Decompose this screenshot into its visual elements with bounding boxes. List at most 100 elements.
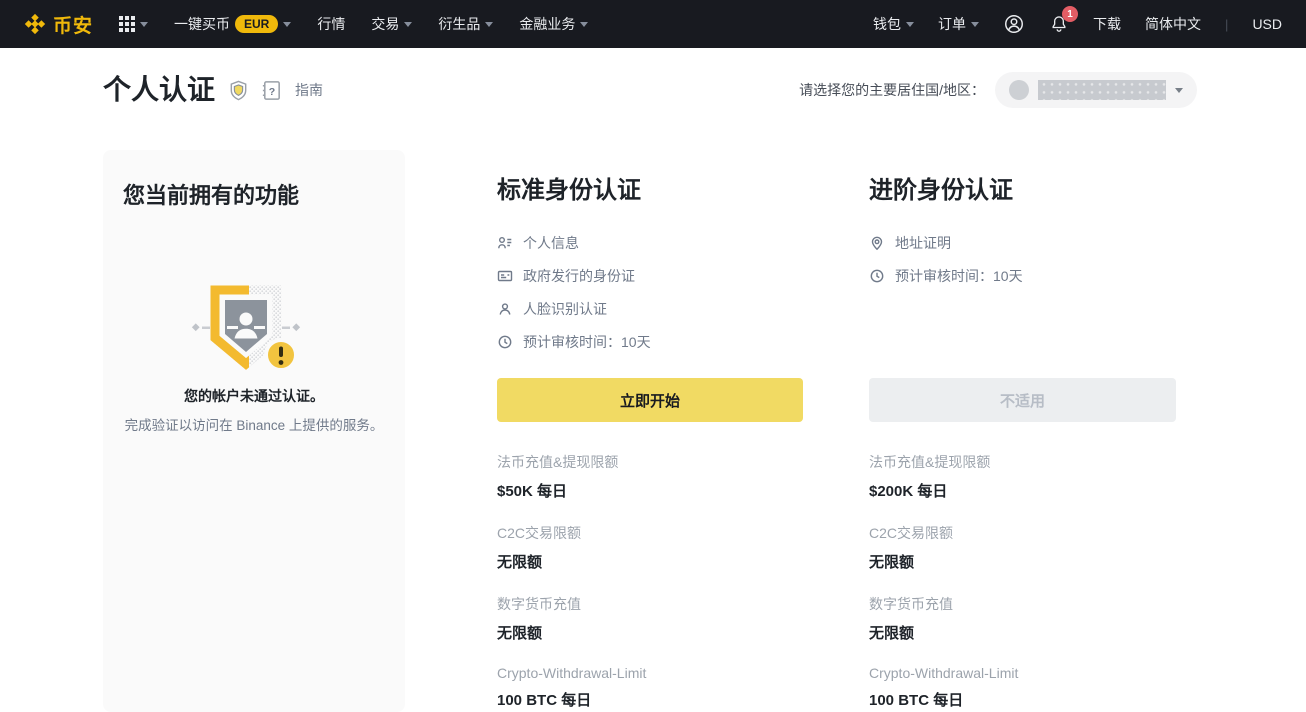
verification-shield-icon bbox=[227, 79, 250, 102]
nav-item-derivatives[interactable]: 衍生品 bbox=[438, 14, 493, 34]
limit-group: C2C交易限额 无限额 bbox=[869, 523, 1176, 572]
profile-button[interactable] bbox=[1003, 13, 1025, 35]
page-header: 个人认证 ? 指南 bbox=[103, 68, 323, 108]
standard-limits: 法币充值&提现限额 $50K 每日 C2C交易限额 无限额 数字货币充值 无限额… bbox=[497, 452, 803, 710]
limit-value: $200K 每日 bbox=[869, 480, 1176, 501]
nav-label: 交易 bbox=[371, 14, 399, 34]
limit-group: 数字货币充值 无限额 bbox=[869, 594, 1176, 643]
apps-grid-icon bbox=[119, 16, 135, 32]
limit-value: 无限额 bbox=[497, 551, 803, 572]
binance-diamond-icon bbox=[24, 13, 46, 35]
nav-label: 行情 bbox=[317, 14, 345, 34]
region-selector: 请选择您的主要居住国/地区： bbox=[799, 72, 1197, 108]
limit-label: 法币充值&提现限额 bbox=[869, 452, 1176, 472]
requirement-label: 人脸识别认证 bbox=[523, 299, 607, 319]
unverified-shield-illustration bbox=[103, 282, 405, 378]
requirement-item: 个人信息 bbox=[497, 233, 803, 252]
limit-value: 无限额 bbox=[869, 622, 1176, 643]
region-dropdown[interactable] bbox=[995, 72, 1197, 108]
limit-group: 数字货币充值 无限额 bbox=[497, 594, 803, 643]
chevron-down-icon bbox=[580, 22, 588, 27]
limit-group: 法币充值&提现限额 $50K 每日 bbox=[497, 452, 803, 501]
limit-label: Crypto-Withdrawal-Limit bbox=[497, 665, 803, 681]
page-title: 个人认证 bbox=[103, 68, 215, 108]
advanced-verification-title: 进阶身份认证 bbox=[869, 170, 1176, 205]
nav-label: 金融业务 bbox=[519, 14, 575, 34]
limit-label: Crypto-Withdrawal-Limit bbox=[869, 665, 1176, 681]
nav-label: 下载 bbox=[1093, 14, 1121, 34]
chevron-down-icon bbox=[971, 22, 979, 27]
nav-label: 简体中文 bbox=[1145, 14, 1201, 34]
nav-label: 衍生品 bbox=[438, 14, 480, 34]
requirement-item: 预计审核时间：10天 bbox=[869, 266, 1176, 285]
limit-label: 法币充值&提现限额 bbox=[497, 452, 803, 472]
advanced-limits: 法币充值&提现限额 $200K 每日 C2C交易限额 无限额 数字货币充值 无限… bbox=[869, 452, 1176, 710]
requirement-item: 人脸识别认证 bbox=[497, 299, 803, 318]
chevron-down-icon bbox=[1175, 88, 1183, 93]
chevron-down-icon bbox=[906, 22, 914, 27]
account-status-description: 完成验证以访问在 Binance 上提供的服务。 bbox=[103, 414, 405, 434]
flag-placeholder-icon bbox=[1009, 80, 1029, 100]
limit-value: 无限额 bbox=[869, 551, 1176, 572]
region-select-label: 请选择您的主要居住国/地区： bbox=[799, 80, 985, 100]
limit-value: 100 BTC 每日 bbox=[869, 689, 1176, 710]
nav-item-orders[interactable]: 订单 bbox=[938, 14, 979, 34]
chevron-down-icon bbox=[283, 22, 291, 27]
logo-text: 币安 bbox=[53, 11, 93, 38]
binance-logo[interactable]: 币安 bbox=[24, 11, 93, 38]
chevron-down-icon bbox=[404, 22, 412, 27]
limit-group: Crypto-Withdrawal-Limit 100 BTC 每日 bbox=[497, 665, 803, 710]
apps-menu-button[interactable] bbox=[119, 16, 148, 32]
nav-item-buy-crypto[interactable]: 一键买币 EUR bbox=[174, 14, 291, 34]
limit-label: C2C交易限额 bbox=[869, 523, 1176, 543]
requirement-label: 政府发行的身份证 bbox=[523, 266, 635, 286]
location-pin-icon bbox=[869, 235, 885, 251]
limit-value: $50K 每日 bbox=[497, 480, 803, 501]
history-clock-icon bbox=[497, 334, 513, 350]
current-features-card: 您当前拥有的功能 bbox=[103, 150, 405, 712]
requirement-item: 政府发行的身份证 bbox=[497, 266, 803, 285]
requirement-label: 地址证明 bbox=[895, 233, 951, 253]
history-clock-icon bbox=[869, 268, 885, 284]
nav-label: 一键买币 bbox=[174, 14, 230, 34]
requirement-label: 预计审核时间：10天 bbox=[523, 332, 651, 352]
guide-link[interactable]: 指南 bbox=[295, 80, 323, 100]
svg-text:?: ? bbox=[269, 85, 275, 97]
user-info-icon bbox=[497, 235, 513, 251]
nav-label: 订单 bbox=[938, 14, 966, 34]
nav-item-markets[interactable]: 行情 bbox=[317, 14, 345, 34]
currency-badge: EUR bbox=[235, 15, 278, 33]
not-applicable-button: 不适用 bbox=[869, 378, 1176, 422]
nav-item-trade[interactable]: 交易 bbox=[371, 14, 412, 34]
limit-label: C2C交易限额 bbox=[497, 523, 803, 543]
nav-label: 钱包 bbox=[873, 14, 901, 34]
limit-group: C2C交易限额 无限额 bbox=[497, 523, 803, 572]
advanced-verification-column: 进阶身份认证 地址证明 预计审核时间：10天 不适用 法币充值&提现限额 $20… bbox=[869, 170, 1176, 285]
nav-item-download[interactable]: 下载 bbox=[1093, 14, 1121, 34]
id-card-icon bbox=[497, 268, 513, 284]
nav-divider: | bbox=[1225, 17, 1228, 32]
notification-count-badge: 1 bbox=[1062, 6, 1078, 22]
nav-item-currency[interactable]: USD bbox=[1252, 16, 1282, 32]
guide-book-icon[interactable]: ? bbox=[260, 79, 283, 102]
requirement-item: 地址证明 bbox=[869, 233, 1176, 252]
nav-item-finance[interactable]: 金融业务 bbox=[519, 14, 588, 34]
nav-item-language[interactable]: 简体中文 bbox=[1145, 14, 1201, 34]
face-recognition-icon bbox=[497, 301, 513, 317]
loading-placeholder bbox=[1038, 80, 1166, 100]
limit-value: 无限额 bbox=[497, 622, 803, 643]
account-status-title: 您的帐户未通过认证。 bbox=[103, 386, 405, 406]
chevron-down-icon bbox=[485, 22, 493, 27]
nav-item-wallet[interactable]: 钱包 bbox=[873, 14, 914, 34]
requirement-label: 预计审核时间：10天 bbox=[895, 266, 1023, 286]
start-now-button[interactable]: 立即开始 bbox=[497, 378, 803, 422]
notifications-button[interactable]: 1 bbox=[1049, 13, 1069, 35]
top-navbar: 币安 一键买币 EUR 行情 交易 衍生品 金融业务 bbox=[0, 0, 1306, 48]
requirement-label: 个人信息 bbox=[523, 233, 579, 253]
limit-label: 数字货币充值 bbox=[497, 594, 803, 614]
limit-group: Crypto-Withdrawal-Limit 100 BTC 每日 bbox=[869, 665, 1176, 710]
standard-verification-title: 标准身份认证 bbox=[497, 170, 803, 205]
user-profile-icon bbox=[1003, 13, 1025, 35]
standard-verification-column: 标准身份认证 个人信息 政府发行的身份证 人脸识别认证 预计审核时间：10 bbox=[497, 170, 803, 351]
limit-label: 数字货币充值 bbox=[869, 594, 1176, 614]
